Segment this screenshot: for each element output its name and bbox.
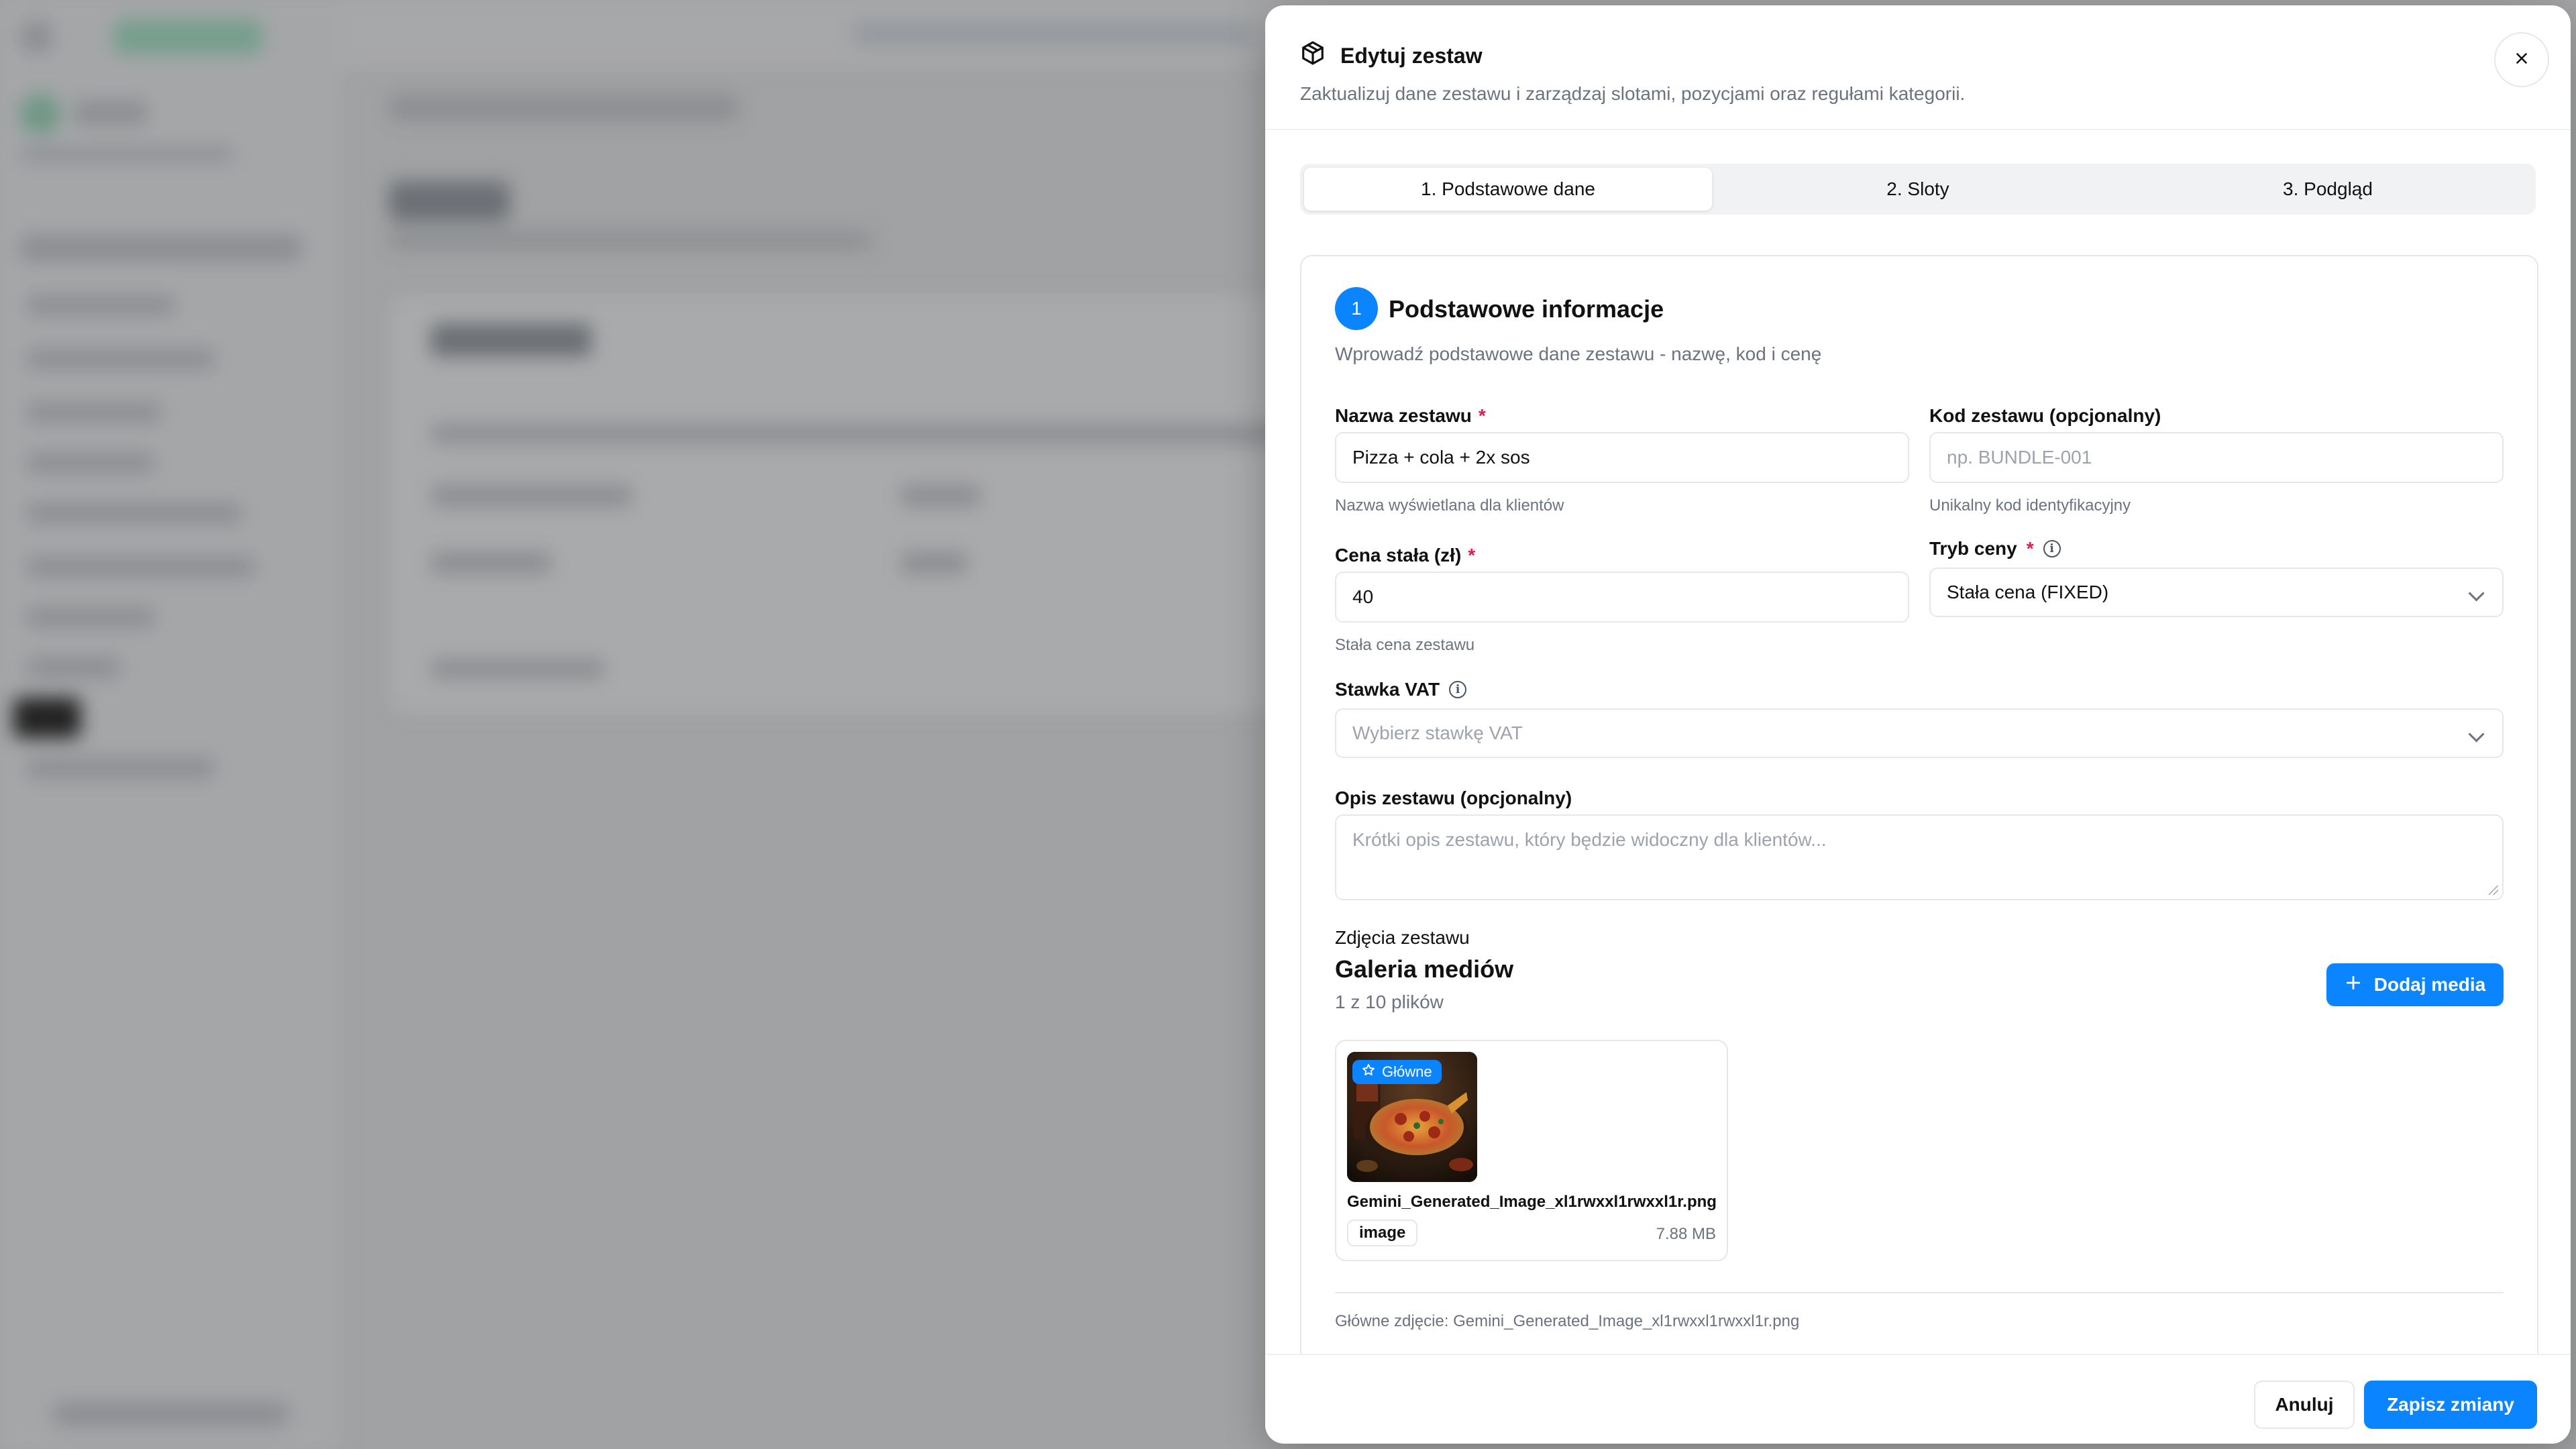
resize-grip-icon[interactable]	[2489, 885, 2498, 895]
code-hint: Unikalny kod identyfikacyjny	[1929, 496, 2131, 515]
vat-label-text: Stawka VAT	[1335, 679, 1440, 700]
main-badge-label: Główne	[1382, 1063, 1432, 1080]
name-hint: Nazwa wyświetlana dla klientów	[1335, 496, 1564, 515]
name-label-text: Nazwa zestawu	[1335, 405, 1472, 426]
close-button[interactable]	[2494, 32, 2549, 87]
price-mode-label: Tryb ceny * i	[1929, 538, 2061, 559]
tab-preview[interactable]: 3. Podgląd	[2124, 168, 2532, 211]
add-media-button[interactable]: Dodaj media	[2326, 963, 2504, 1006]
info-icon[interactable]: i	[1449, 681, 1467, 698]
media-file-name: Gemini_Generated_Image_xl1rwxxl1rwxxl1r.…	[1347, 1193, 1717, 1211]
media-type-badge: image	[1347, 1220, 1418, 1246]
media-count: 1 z 10 plików	[1335, 991, 1444, 1012]
required-mark: *	[1468, 545, 1476, 566]
media-thumbnail[interactable]: Główne	[1347, 1052, 1477, 1182]
price-label: Cena stała (zł) *	[1335, 545, 1475, 566]
description-placeholder: Krótki opis zestawu, który będzie widocz…	[1352, 829, 1827, 850]
info-icon[interactable]: i	[2043, 540, 2061, 557]
code-input-placeholder: np. BUNDLE-001	[1947, 447, 2092, 468]
gallery-title: Galeria mediów	[1335, 955, 1514, 983]
price-mode-value: Stała cena (FIXED)	[1947, 582, 2109, 602]
section-subtitle: Wprowadź podstawowe dane zestawu - nazwę…	[1335, 343, 1822, 364]
tab-basic-data[interactable]: 1. Podstawowe dane	[1304, 168, 1712, 211]
description-textarea[interactable]: Krótki opis zestawu, który będzie widocz…	[1335, 814, 2504, 900]
star-icon	[1362, 1063, 1375, 1081]
main-photo-info: Główne zdjęcie: Gemini_Generated_Image_x…	[1335, 1312, 1800, 1330]
step-tabs: 1. Podstawowe dane 2. Sloty 3. Podgląd	[1300, 164, 2536, 215]
price-mode-label-text: Tryb ceny	[1929, 538, 2017, 559]
chevron-down-icon	[2468, 726, 2485, 743]
price-input-value: 40	[1352, 586, 1374, 607]
price-hint: Stała cena zestawu	[1335, 636, 1475, 654]
tab-slots[interactable]: 2. Sloty	[1714, 168, 2122, 211]
drawer-footer: Anuluj Zapisz zmiany	[1265, 1354, 2571, 1444]
price-label-text: Cena stała (zł)	[1335, 545, 1462, 566]
package-icon	[1300, 40, 1326, 71]
step-number: 1	[1335, 287, 1378, 330]
name-input[interactable]: Pizza + cola + 2x sos	[1335, 432, 1909, 483]
required-mark: *	[2026, 538, 2034, 559]
basic-info-card: 1 Podstawowe informacje Wprowadź podstaw…	[1300, 255, 2538, 1355]
drawer-header: Edytuj zestaw Zaktualizuj dane zestawu i…	[1265, 5, 2571, 130]
add-media-label: Dodaj media	[2373, 974, 2486, 995]
main-badge: Główne	[1352, 1060, 1442, 1084]
close-icon	[2513, 50, 2530, 70]
edit-bundle-drawer: Edytuj zestaw Zaktualizuj dane zestawu i…	[1265, 5, 2571, 1444]
drawer-subtitle: Zaktualizuj dane zestawu i zarządzaj slo…	[1300, 83, 1966, 104]
price-input[interactable]: 40	[1335, 572, 1909, 623]
save-button[interactable]: Zapisz zmiany	[2364, 1381, 2537, 1429]
drawer-title: Edytuj zestaw	[1300, 40, 1483, 71]
name-input-value: Pizza + cola + 2x sos	[1352, 447, 1530, 468]
vat-placeholder: Wybierz stawkę VAT	[1352, 722, 1523, 743]
vat-select[interactable]: Wybierz stawkę VAT	[1335, 708, 2504, 758]
save-button-label: Zapisz zmiany	[2387, 1394, 2514, 1415]
name-label: Nazwa zestawu *	[1335, 405, 1486, 427]
vat-label: Stawka VAT i	[1335, 679, 1467, 700]
cancel-button[interactable]: Anuluj	[2254, 1381, 2355, 1429]
media-section-label: Zdjęcia zestawu	[1335, 927, 1470, 948]
description-label: Opis zestawu (opcjonalny)	[1335, 788, 1572, 808]
code-label: Kod zestawu (opcjonalny)	[1929, 405, 2161, 426]
drawer-title-text: Edytuj zestaw	[1340, 43, 1483, 68]
plus-icon	[2345, 974, 2362, 996]
required-mark: *	[1478, 405, 1486, 426]
drawer-body[interactable]: 1. Podstawowe dane 2. Sloty 3. Podgląd 1…	[1265, 130, 2571, 1355]
price-mode-select[interactable]: Stała cena (FIXED)	[1929, 568, 2504, 617]
code-input[interactable]: np. BUNDLE-001	[1929, 432, 2504, 483]
section-title: Podstawowe informacje	[1389, 295, 1664, 323]
chevron-down-icon	[2468, 585, 2485, 602]
divider	[1335, 1292, 2504, 1293]
media-file-size: 7.88 MB	[1656, 1225, 1716, 1243]
media-item[interactable]: Główne Gemini_Generated_Image_xl1rwxxl1r…	[1335, 1040, 1728, 1261]
